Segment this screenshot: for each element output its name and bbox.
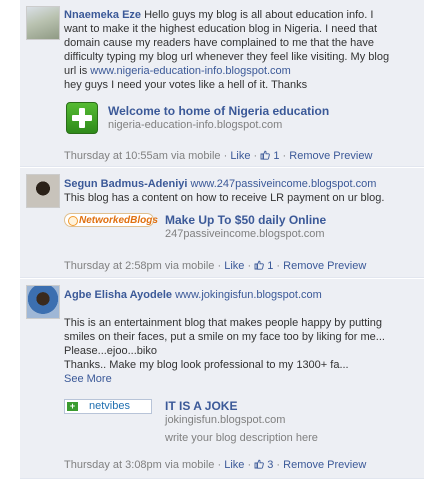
author-blog-link[interactable]: www.jokingisfun.blogspot.com bbox=[175, 289, 322, 301]
remove-preview-link[interactable]: Remove Preview bbox=[289, 150, 372, 162]
author-name[interactable]: Segun Badmus-Adeniyi bbox=[64, 178, 187, 190]
preview-title[interactable]: Make Up To $50 daily Online bbox=[165, 213, 326, 227]
like-link[interactable]: Like bbox=[224, 459, 244, 471]
remove-preview-link[interactable]: Remove Preview bbox=[283, 459, 366, 471]
avatar[interactable] bbox=[26, 174, 60, 208]
link-preview[interactable]: Welcome to home of Nigeria education nig… bbox=[64, 100, 414, 136]
link-preview[interactable]: NetworkedBlogs Make Up To $50 daily Onli… bbox=[64, 210, 414, 242]
netvibes-logo-text: netvibes bbox=[89, 400, 130, 412]
comment-item: Nnaemeka Eze Hello guys my blog is all a… bbox=[20, 0, 424, 167]
thumbs-up-icon bbox=[254, 260, 264, 270]
preview-description: write your blog description here bbox=[165, 432, 318, 444]
comment-footer: Thursday at 2:58pm via mobile · Like · 1… bbox=[64, 260, 367, 272]
author-blog-link[interactable]: www.247passiveincome.blogspot.com bbox=[191, 178, 377, 190]
comment-text: This is an entertainment blog that makes… bbox=[64, 316, 418, 386]
comment-text: Nnaemeka Eze Hello guys my blog is all a… bbox=[64, 8, 418, 92]
comment-line: difficulty typing my blog url whenever t… bbox=[64, 51, 390, 63]
like-link[interactable]: Like bbox=[230, 150, 250, 162]
author-name[interactable]: Agbe Elisha Ayodele bbox=[64, 289, 172, 301]
comment-body: Nnaemeka Eze Hello guys my blog is all a… bbox=[64, 8, 418, 92]
like-count[interactable]: 3 bbox=[254, 459, 276, 471]
preview-title[interactable]: IT IS A JOKE bbox=[165, 399, 237, 413]
preview-url: nigeria-education-info.blogspot.com bbox=[108, 119, 283, 131]
like-count-value[interactable]: 1 bbox=[267, 260, 273, 272]
see-more-link[interactable]: See More bbox=[64, 373, 112, 385]
timestamp[interactable]: Thursday at 2:58pm via mobile bbox=[64, 260, 214, 272]
comment-line: want to make it the highest education bl… bbox=[64, 23, 378, 35]
comment-text: Agbe Elisha Ayodele www.jokingisfun.blog… bbox=[64, 288, 418, 302]
thumbs-up-icon bbox=[254, 459, 264, 469]
timestamp[interactable]: Thursday at 3:08pm via mobile bbox=[64, 459, 214, 471]
comment-body: Agbe Elisha Ayodele www.jokingisfun.blog… bbox=[64, 288, 418, 386]
comment-footer: Thursday at 3:08pm via mobile · Like · 3… bbox=[64, 459, 367, 471]
link-preview[interactable]: + netvibes IT IS A JOKE jokingisfun.blogs… bbox=[64, 397, 414, 447]
avatar[interactable] bbox=[26, 285, 60, 319]
netvibes-logo: + netvibes bbox=[64, 399, 152, 414]
thumbs-up-icon bbox=[260, 150, 271, 160]
comment-item: Segun Badmus-Adeniyi www.247passiveincom… bbox=[20, 168, 424, 278]
comment-line: Please...ejoo...biko bbox=[64, 345, 157, 357]
preview-url: jokingisfun.blogspot.com bbox=[165, 414, 286, 426]
comment-item: Agbe Elisha Ayodele www.jokingisfun.blog… bbox=[20, 279, 424, 479]
timestamp[interactable]: Thursday at 10:55am via mobile bbox=[64, 150, 221, 162]
like-link[interactable]: Like bbox=[224, 260, 244, 272]
comment-body: Segun Badmus-Adeniyi www.247passiveincom… bbox=[64, 177, 418, 205]
comment-footer: Thursday at 10:55am via mobile · Like · … bbox=[64, 150, 373, 162]
like-count[interactable]: 1 bbox=[260, 150, 282, 162]
comment-line: This is an entertainment blog that makes… bbox=[64, 317, 382, 329]
comment-text: Segun Badmus-Adeniyi www.247passiveincom… bbox=[64, 177, 418, 205]
comment-line: hey guys I need your votes like a hell o… bbox=[64, 79, 308, 91]
comment-line: Thanks.. Make my blog look professional … bbox=[64, 359, 349, 371]
preview-url: 247passiveincome.blogspot.com bbox=[165, 228, 325, 240]
like-count-value[interactable]: 3 bbox=[267, 459, 273, 471]
comment-line: This blog has a content on how to receiv… bbox=[64, 192, 385, 204]
comment-feed: Nnaemeka Eze Hello guys my blog is all a… bbox=[0, 0, 444, 479]
like-count[interactable]: 1 bbox=[254, 260, 276, 272]
comment-line: smiles on their faces, put a smile on my… bbox=[64, 331, 385, 343]
plus-icon: + bbox=[67, 402, 78, 411]
preview-title[interactable]: Welcome to home of Nigeria education bbox=[108, 104, 329, 118]
avatar[interactable] bbox=[26, 6, 60, 40]
networked-blogs-logo: NetworkedBlogs bbox=[64, 213, 158, 227]
comment-line: url is bbox=[64, 65, 91, 77]
comment-line: domain cause my readers have complained … bbox=[64, 37, 375, 49]
author-name[interactable]: Nnaemeka Eze bbox=[64, 9, 141, 21]
green-plus-icon bbox=[66, 102, 98, 134]
blog-link[interactable]: www.nigeria-education-info.blogspot.com bbox=[90, 65, 291, 77]
like-count-value[interactable]: 1 bbox=[273, 150, 279, 162]
comment-line: Hello guys my blog is all about educatio… bbox=[144, 9, 374, 21]
remove-preview-link[interactable]: Remove Preview bbox=[283, 260, 366, 272]
